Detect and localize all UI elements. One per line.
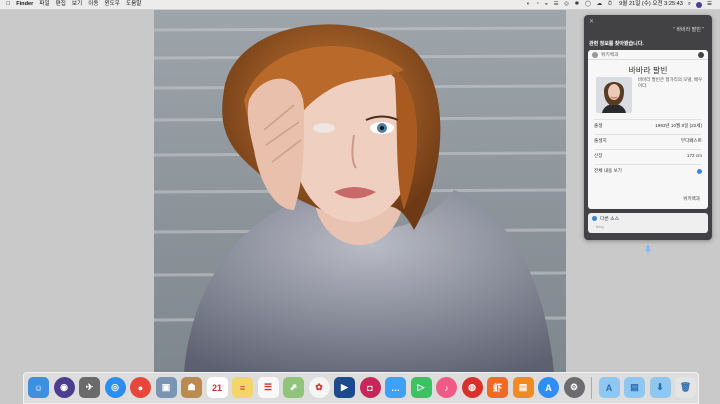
netease-music-icon[interactable]: ◍ [461, 377, 483, 398]
menu-bar:  Finder 파일 편집 보기 이동 윈도우 도움말 ◐ ◔ ◒ ☰ ◎ ✱… [0, 0, 720, 10]
card-source-label: 위키백과 [601, 53, 619, 58]
safari-icon[interactable]: ◎ [104, 377, 126, 398]
photos-icon[interactable]: ✿ [308, 377, 330, 398]
card-header: 위키백과 [588, 50, 708, 60]
calendar-icon[interactable]: 21 [206, 377, 228, 398]
menu-help[interactable]: 도움말 [126, 0, 141, 9]
finder-icon[interactable]: ☺ [28, 377, 49, 398]
person-description: 바바라 팔빈은 헝가리의 모델, 배우이다. [638, 77, 703, 88]
app-store-icon[interactable]: A [538, 377, 559, 398]
menu-file[interactable]: 파일 [39, 0, 49, 9]
menu-edit[interactable]: 편집 [56, 0, 66, 9]
downloads-folder-icon[interactable]: ⬇ [649, 377, 671, 398]
trash-icon[interactable]: 🗑 [675, 377, 696, 398]
notes-icon[interactable]: ≡ [232, 377, 253, 398]
documents-folder-icon[interactable]: ▤ [624, 377, 645, 398]
dock-separator [591, 377, 592, 399]
apple-menu-icon[interactable]:  [6, 0, 10, 9]
other-sources-icon [592, 216, 597, 221]
other-sources-card[interactable]: 다른 소스 bing [588, 213, 708, 233]
siri-help-icon[interactable]: ? [588, 243, 591, 249]
desktop-photo [154, 10, 566, 372]
keynote-icon[interactable]: ▶ [334, 377, 355, 398]
notification-center-icon[interactable]: ☰ [707, 0, 712, 9]
show-all-toggle[interactable] [697, 168, 702, 174]
spotlight-icon[interactable]: ⌕ [688, 0, 691, 9]
xiami-music-icon[interactable]: 虾 [487, 377, 508, 398]
itunes-icon[interactable]: ♪ [436, 377, 457, 398]
add-to-notification-icon[interactable]: + [702, 243, 706, 249]
more-icon[interactable] [698, 51, 704, 58]
show-all-label[interactable]: 전체 내용 보기 [594, 165, 622, 177]
facetime-icon[interactable]: ▷ [410, 377, 432, 398]
card-footer-source[interactable]: 위키백과 [683, 196, 700, 202]
messages-icon[interactable]: … [385, 377, 406, 398]
status-icons[interactable]: ◐ ◔ ◒ ☰ ◎ ✱ ◯ ☁ ⏱ [527, 0, 614, 9]
siri-query[interactable]: " 바바라 팔빈 " [673, 26, 704, 33]
wikipedia-icon [592, 51, 598, 58]
photo-booth-icon[interactable]: ◘ [359, 377, 381, 398]
microphone-icon[interactable] [644, 242, 652, 260]
person-thumbnail [596, 77, 632, 113]
info-row-height: 신장 172 cm [594, 149, 702, 162]
siri-icon[interactable]: ◉ [53, 377, 75, 398]
show-all-row[interactable]: 전체 내용 보기 [594, 164, 702, 177]
info-row-birthplace: 출생지 부다페스트 [594, 134, 702, 147]
reminders-icon[interactable]: ☰ [257, 377, 279, 398]
contacts-icon[interactable]: ☗ [181, 377, 202, 398]
launchpad-icon[interactable]: ✈ [79, 377, 100, 398]
applications-folder-icon[interactable]: A [598, 377, 620, 398]
siri-panel: ✕ " 바바라 팔빈 " 관련 정보를 찾아봤습니다. 위키백과 바바라 팔빈 … [584, 15, 712, 255]
ibooks-icon[interactable]: ▤ [512, 377, 534, 398]
siri-menu-icon[interactable] [695, 1, 702, 8]
person-name: 바바라 팔빈 [628, 66, 668, 75]
clock[interactable]: 9월 21일 (수) 오전 3:25:43 [619, 0, 683, 9]
other-sources-label: 다른 소스 [600, 217, 619, 222]
chrome-icon[interactable]: ● [130, 377, 151, 398]
bing-label[interactable]: bing [588, 224, 708, 229]
siri-close-icon[interactable]: ✕ [589, 18, 594, 25]
system-preferences-icon[interactable]: ⚙ [563, 377, 585, 398]
preview-icon[interactable]: ▣ [155, 377, 177, 398]
siri-response-text: 관련 정보를 찾아봤습니다. [589, 41, 644, 47]
menu-view[interactable]: 보기 [72, 0, 82, 9]
menu-app-name[interactable]: Finder [16, 0, 33, 9]
maps-icon[interactable]: ⬈ [283, 377, 304, 398]
menu-window[interactable]: 윈도우 [104, 0, 119, 9]
wikipedia-card[interactable]: 위키백과 바바라 팔빈 바바라 팔빈은 헝가리의 모델, 배우이다. 출생 19… [588, 50, 708, 209]
dock: ☺ ◉ ✈ ◎ ● ▣ ☗ 21 ≡ ☰ ⬈ ✿ ▶ ◘… ▷ ♪ ◍ 虾 ▤ A ⚙ A ▤ ⬇ 🗑 [23, 372, 699, 404]
menu-go[interactable]: 이동 [88, 0, 98, 9]
info-row-birth: 출생 1993년 10월 8일 (22세) [594, 119, 702, 132]
